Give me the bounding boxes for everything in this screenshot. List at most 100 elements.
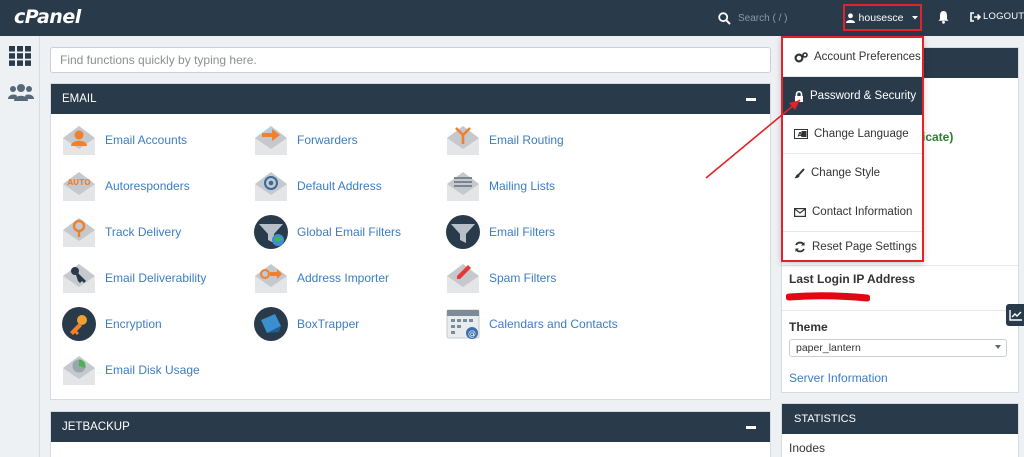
cpanel-logo[interactable]: cPanel [14, 6, 81, 28]
menu-item-label: Change Language [814, 128, 909, 140]
email-deliverability-icon [63, 264, 95, 293]
boxtrapper-item[interactable]: BoxTrapper [253, 306, 359, 342]
boxtrapper-label: BoxTrapper [297, 317, 360, 331]
theme-select[interactable]: paper_lantern [789, 339, 1007, 357]
side-stats-tab[interactable] [1006, 304, 1024, 326]
global-email-filters-icon [254, 215, 288, 249]
menu-item-reset-page-settings[interactable]: Reset Page Settings [783, 232, 922, 262]
email-section: EMAIL Email Accounts Forwarders Email Ro… [50, 83, 771, 400]
redaction-mark [786, 292, 870, 302]
address-importer-label: Address Importer [297, 271, 390, 285]
email-routing-icon [447, 126, 479, 155]
jetbackup-section-header[interactable]: JETBACKUP [51, 412, 770, 442]
left-nav-rail [0, 36, 40, 457]
last-login-label: Last Login IP Address [789, 272, 916, 286]
user-icon [845, 12, 855, 23]
email-deliverability-item[interactable]: Email Deliverability [61, 260, 206, 296]
mailing-lists-item[interactable]: Mailing Lists [445, 168, 555, 204]
statistics-header[interactable]: STATISTICS [782, 404, 1018, 434]
autoresponders-label: Autoresponders [105, 179, 190, 193]
logout-label: LOGOUT [983, 11, 1024, 22]
jetbackup-section-title: JETBACKUP [62, 421, 130, 433]
email-section-title: EMAIL [62, 93, 97, 105]
spam-filters-label: Spam Filters [489, 271, 557, 285]
spam-filters-item[interactable]: Spam Filters [445, 260, 556, 296]
address-importer-item[interactable]: Address Importer [253, 260, 389, 296]
encryption-icon [62, 307, 96, 341]
notifications-button[interactable] [937, 10, 950, 27]
email-filters-label: Email Filters [489, 225, 556, 239]
forwarders-label: Forwarders [297, 133, 358, 147]
autoresponders-icon: AUTO [63, 172, 95, 201]
global-email-filters-label: Global Email Filters [297, 225, 402, 239]
mailing-lists-label: Mailing Lists [489, 179, 556, 193]
jetbackup-section: JETBACKUP [50, 411, 771, 457]
email-filters-icon [446, 215, 480, 249]
theme-label: Theme [789, 320, 828, 334]
email-routing-item[interactable]: Email Routing [445, 122, 564, 158]
calendars-contacts-label: Calendars and Contacts [489, 317, 618, 331]
search-icon [718, 11, 731, 25]
auto-badge: AUTO [67, 178, 90, 187]
collapse-icon[interactable] [746, 425, 756, 429]
email-filters-item[interactable]: Email Filters [445, 214, 555, 250]
email-disk-usage-item[interactable]: Email Disk Usage [61, 352, 200, 388]
menu-item-label: Reset Page Settings [812, 241, 917, 253]
menu-item-account-preferences[interactable]: Account Preferences [783, 38, 922, 76]
menu-item-label: Change Style [811, 167, 881, 179]
theme-value: paper_lantern [796, 342, 861, 354]
address-importer-icon [255, 264, 287, 293]
logout-icon [970, 11, 981, 22]
forwarders-item[interactable]: Forwarders [253, 122, 358, 158]
users-icon[interactable] [8, 83, 34, 104]
email-disk-usage-label: Email Disk Usage [105, 363, 200, 377]
track-delivery-item[interactable]: Track Delivery [61, 214, 181, 250]
inodes-label: Inodes [789, 441, 826, 455]
email-accounts-item[interactable]: Email Accounts [61, 122, 187, 158]
caret-down-icon [912, 15, 919, 19]
top-bar: cPanel Search ( / ) housesce LOGOUT [0, 0, 1024, 36]
logout-link[interactable]: LOGOUT [970, 11, 1024, 22]
user-menu-button[interactable]: housesce [843, 4, 922, 31]
track-delivery-icon [63, 218, 95, 247]
default-address-icon [255, 172, 287, 201]
email-deliverability-label: Email Deliverability [105, 271, 207, 285]
autoresponders-item[interactable]: AUTO Autoresponders [61, 168, 190, 204]
annotation-arrow [705, 99, 801, 179]
refresh-icon [795, 241, 805, 253]
global-search[interactable]: Search ( / ) [718, 9, 787, 27]
boxtrapper-icon [254, 307, 288, 341]
server-information-link[interactable]: Server Information [789, 371, 888, 385]
email-accounts-icon [63, 126, 95, 155]
global-email-filters-item[interactable]: Global Email Filters [253, 214, 401, 250]
email-disk-usage-icon [63, 356, 95, 385]
bell-icon [938, 11, 949, 24]
divider [782, 310, 1018, 311]
email-routing-label: Email Routing [489, 133, 564, 147]
email-accounts-label: Email Accounts [105, 133, 188, 147]
gears-icon [794, 51, 808, 63]
partial-status-text: icate) [922, 130, 954, 144]
find-placeholder: Find functions quickly by typing here. [60, 53, 257, 67]
calendars-contacts-item[interactable]: @ Calendars and Contacts [445, 306, 618, 342]
forwarders-icon [255, 126, 287, 155]
chart-line-icon [1009, 310, 1022, 321]
calendar-icon: @ [446, 309, 480, 339]
home-grid-icon[interactable] [9, 46, 31, 69]
default-address-item[interactable]: Default Address [253, 168, 382, 204]
svg-text:@: @ [468, 329, 476, 338]
encryption-label: Encryption [105, 317, 162, 331]
menu-item-contact-information[interactable]: Contact Information [783, 193, 922, 231]
find-functions-input[interactable]: Find functions quickly by typing here. [50, 47, 771, 73]
track-delivery-label: Track Delivery [105, 225, 182, 239]
email-section-header[interactable]: EMAIL [51, 84, 770, 114]
username: housesce [858, 11, 904, 24]
menu-item-label: Contact Information [812, 206, 913, 218]
encryption-item[interactable]: Encryption [61, 306, 162, 342]
menu-item-label: Account Preferences [814, 51, 921, 63]
spam-filters-icon [447, 264, 479, 293]
envelope-icon [794, 207, 806, 217]
mailing-lists-icon [447, 172, 479, 201]
chevron-down-icon [995, 345, 1001, 349]
menu-item-label: Password & Security [810, 90, 917, 102]
